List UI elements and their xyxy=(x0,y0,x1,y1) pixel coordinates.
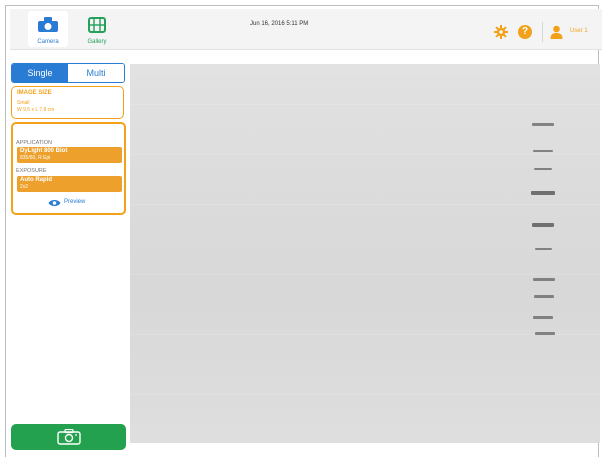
camera-icon xyxy=(38,17,58,32)
blot-band xyxy=(535,248,552,250)
image-size-value: Small xyxy=(17,100,30,106)
exposure-label: EXPOSURE xyxy=(16,168,47,174)
application-label: APPLICATION xyxy=(16,140,52,146)
exposure-value: Auto Rapid xyxy=(20,177,52,183)
exposure-subvalue: 2x2 xyxy=(20,184,29,190)
gallery-tab-label: Gallery xyxy=(87,39,107,45)
blot-band xyxy=(533,316,553,319)
capture-button[interactable] xyxy=(11,424,126,450)
blot-band xyxy=(533,150,553,152)
gallery-icon xyxy=(88,17,106,33)
gallery-tab[interactable]: Gallery xyxy=(77,11,117,47)
camera-tab[interactable]: Camera xyxy=(28,11,68,47)
blot-band xyxy=(531,191,555,195)
blot-band xyxy=(532,223,554,227)
blot-band xyxy=(534,168,552,170)
datetime-display: Jun 16, 2016 5:11 PM xyxy=(250,21,309,27)
help-icon[interactable]: ? xyxy=(518,25,532,39)
application-value: DyLight 800 Blot xyxy=(20,148,68,154)
application-subvalue: 835/60, R Epi xyxy=(20,155,51,161)
camera-shutter-icon xyxy=(57,429,81,445)
image-size-heading: IMAGE SIZE xyxy=(17,90,52,96)
camera-tab-label: Camera xyxy=(37,39,59,45)
blot-band xyxy=(534,295,554,298)
blot-image-viewer[interactable] xyxy=(130,64,600,443)
eye-icon[interactable] xyxy=(48,199,61,207)
top-bar: Camera Gallery Jun 16, 2016 5:11 PM ? Us… xyxy=(10,9,602,50)
preview-button[interactable]: Preview xyxy=(64,199,85,205)
topbar-divider xyxy=(542,22,543,42)
user-name[interactable]: User 1 xyxy=(570,28,588,34)
image-size-panel[interactable]: IMAGE SIZE Small W 9.5 x L 7.8 cm xyxy=(11,86,124,119)
user-icon[interactable] xyxy=(550,25,563,39)
mode-toggle: Single Multi xyxy=(11,63,125,83)
mode-single-button[interactable]: Single xyxy=(12,64,68,82)
exposure-select[interactable]: Auto Rapid 2x2 xyxy=(17,176,122,192)
blot-band xyxy=(533,278,555,281)
blot-band xyxy=(535,332,555,335)
blot-band xyxy=(532,123,554,126)
gear-icon[interactable] xyxy=(494,25,508,39)
mode-multi-button[interactable]: Multi xyxy=(68,64,124,82)
application-select[interactable]: DyLight 800 Blot 835/60, R Epi xyxy=(17,147,122,163)
application-panel: APPLICATION DyLight 800 Blot 835/60, R E… xyxy=(11,122,126,215)
image-size-dimensions: W 9.5 x L 7.8 cm xyxy=(17,107,55,113)
